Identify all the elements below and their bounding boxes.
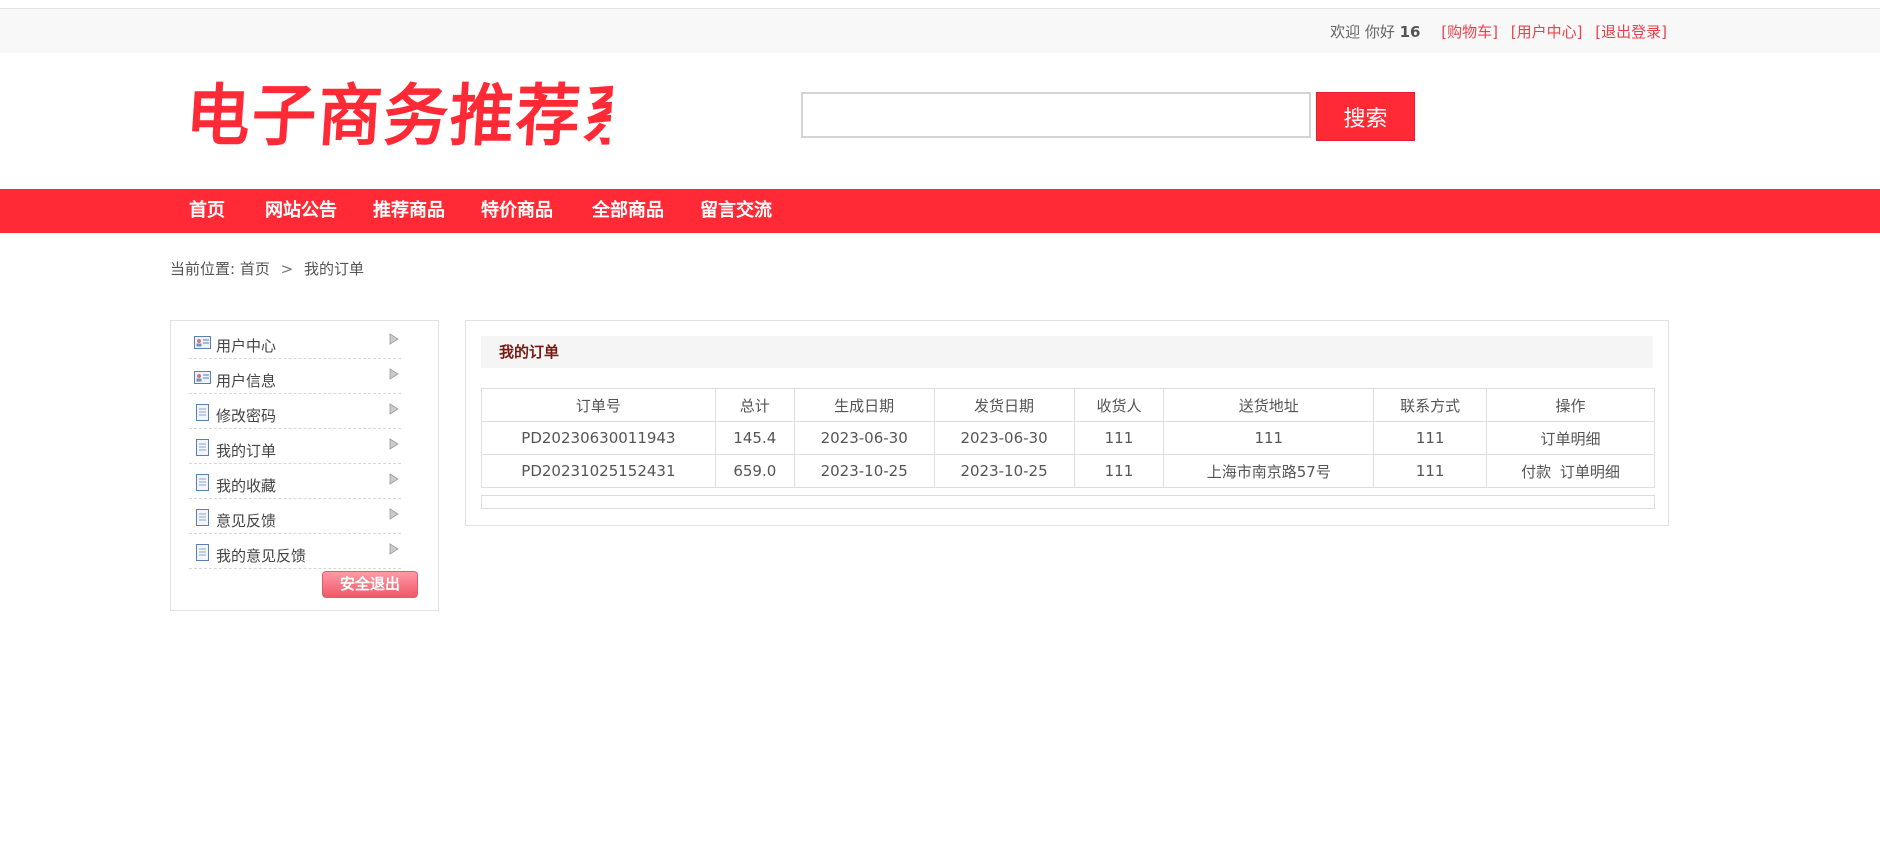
document-icon <box>196 404 209 421</box>
document-icon <box>196 544 209 561</box>
chevron-right-icon <box>389 508 399 520</box>
order-actions-cell: 订单明细 <box>1486 421 1655 455</box>
order-address-cell: 上海市南京路57号 <box>1163 454 1375 488</box>
top-bar: 欢迎 你好 16 [购物车] [用户中心] [退出登录] <box>0 8 1880 53</box>
sidebar-item-my-orders[interactable]: 我的订单 <box>189 430 401 464</box>
search-input[interactable] <box>801 92 1311 138</box>
pagination-bar <box>481 495 1655 509</box>
order-receiver-cell: 111 <box>1073 421 1165 455</box>
chevron-right-icon <box>389 403 399 415</box>
nav-all-products[interactable]: 全部商品 <box>592 189 664 233</box>
order-contact-cell: 111 <box>1373 421 1488 455</box>
order-id-cell: PD20231025152431 <box>481 454 716 488</box>
column-header: 订单号 <box>481 388 716 422</box>
order-created-cell: 2023-10-25 <box>793 454 935 488</box>
username: 16 <box>1399 23 1421 41</box>
nav-announcements[interactable]: 网站公告 <box>265 189 337 233</box>
orders-panel: 我的订单 订单号 总计 生成日期 发货日期 收货人 送货地址 联系方式 操作 P… <box>465 320 1669 526</box>
table-row: PD20231025152431 659.0 2023-10-25 2023-1… <box>481 454 1655 488</box>
table-row: PD20230630011943 145.4 2023-06-30 2023-0… <box>481 421 1655 455</box>
column-header: 操作 <box>1486 388 1655 422</box>
column-header: 总计 <box>714 388 795 422</box>
panel-title: 我的订单 <box>481 336 1653 368</box>
order-shipped-cell: 2023-06-30 <box>933 421 1075 455</box>
document-icon <box>196 439 209 456</box>
order-created-cell: 2023-06-30 <box>793 421 935 455</box>
chevron-right-icon <box>389 368 399 380</box>
order-detail-link[interactable]: 订单明细 <box>1541 430 1601 448</box>
order-receiver-cell: 111 <box>1073 454 1165 488</box>
order-id-cell: PD20230630011943 <box>481 421 716 455</box>
document-icon <box>196 474 209 491</box>
sidebar-item-label: 我的订单 <box>216 442 277 460</box>
order-total-cell: 659.0 <box>714 454 795 488</box>
safe-logout-button[interactable]: 安全退出 <box>322 571 418 598</box>
sidebar-item-my-feedback[interactable]: 我的意见反馈 <box>189 535 401 569</box>
order-address-cell: 111 <box>1163 421 1375 455</box>
nav-home[interactable]: 首页 <box>189 189 225 233</box>
chevron-right-icon <box>389 333 399 345</box>
order-detail-link[interactable]: 订单明细 <box>1560 463 1620 481</box>
welcome-area: 欢迎 你好 16 [购物车] [用户中心] [退出登录] <box>1330 21 1667 42</box>
sidebar-item-label: 用户中心 <box>216 337 277 355</box>
chevron-right-icon <box>389 473 399 485</box>
main-nav: 首页 网站公告 推荐商品 特价商品 全部商品 留言交流 <box>0 189 1880 233</box>
sidebar-item-label: 用户信息 <box>216 372 277 390</box>
order-actions-cell: 付款 订单明细 <box>1486 454 1655 488</box>
table-header-row: 订单号 总计 生成日期 发货日期 收货人 送货地址 联系方式 操作 <box>481 388 1655 422</box>
nav-recommended[interactable]: 推荐商品 <box>373 189 445 233</box>
breadcrumb-separator: > <box>280 260 294 278</box>
nav-specials[interactable]: 特价商品 <box>481 189 553 233</box>
column-header: 发货日期 <box>933 388 1075 422</box>
id-card-icon <box>194 371 211 384</box>
sidebar-item-label: 意见反馈 <box>216 512 277 530</box>
sidebar-item-label: 我的收藏 <box>216 477 277 495</box>
sidebar-item-change-password[interactable]: 修改密码 <box>189 395 401 429</box>
breadcrumb: 当前位置: 首页 > 我的订单 <box>170 258 364 279</box>
breadcrumb-home[interactable]: 首页 <box>240 260 270 278</box>
sidebar-item-my-favorites[interactable]: 我的收藏 <box>189 465 401 499</box>
site-logo[interactable]: 电子商务推荐系统 <box>183 72 614 162</box>
search-button[interactable]: 搜索 <box>1316 92 1415 141</box>
column-header: 联系方式 <box>1373 388 1488 422</box>
nav-message-board[interactable]: 留言交流 <box>700 189 772 233</box>
document-icon <box>196 509 209 526</box>
chevron-right-icon <box>389 543 399 555</box>
user-sidebar: 用户中心 用户信息 修改密码 我的订单 我的收藏 意见反馈 我的意见反馈 安全退… <box>170 320 439 611</box>
order-contact-cell: 111 <box>1373 454 1488 488</box>
sidebar-item-user-info[interactable]: 用户信息 <box>189 360 401 394</box>
column-header: 送货地址 <box>1163 388 1375 422</box>
sidebar-item-label: 修改密码 <box>216 407 277 425</box>
order-shipped-cell: 2023-10-25 <box>933 454 1075 488</box>
logout-link[interactable]: [退出登录] <box>1595 23 1667 41</box>
welcome-text: 欢迎 你好 <box>1330 23 1395 41</box>
sidebar-item-user-center[interactable]: 用户中心 <box>189 325 401 359</box>
user-center-link[interactable]: [用户中心] <box>1511 23 1583 41</box>
column-header: 生成日期 <box>793 388 935 422</box>
cart-link[interactable]: [购物车] <box>1441 23 1498 41</box>
column-header: 收货人 <box>1073 388 1165 422</box>
id-card-icon <box>194 336 211 349</box>
pay-link[interactable]: 付款 <box>1521 463 1551 481</box>
sidebar-item-feedback[interactable]: 意见反馈 <box>189 500 401 534</box>
chevron-right-icon <box>389 438 399 450</box>
order-total-cell: 145.4 <box>714 421 795 455</box>
orders-table: 订单号 总计 生成日期 发货日期 收货人 送货地址 联系方式 操作 PD2023… <box>481 388 1655 488</box>
breadcrumb-current: 我的订单 <box>304 260 365 278</box>
sidebar-item-label: 我的意见反馈 <box>216 547 307 565</box>
breadcrumb-prefix: 当前位置: <box>170 260 236 278</box>
